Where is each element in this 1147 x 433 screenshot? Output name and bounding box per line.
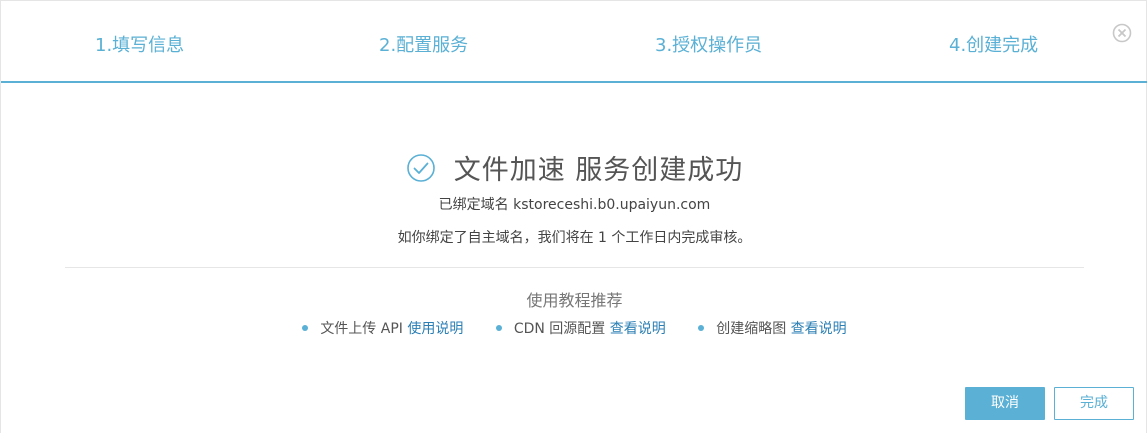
step-authorize-operator: 3.授权操作员 (655, 35, 763, 56)
success-header: 文件加速 服务创建成功 (1, 148, 1147, 186)
tutorial-item-cdn-origin: CDN 回源配置 查看说明 (495, 318, 666, 338)
step-fill-info: 1.填写信息 (95, 35, 185, 56)
tutorial-link-cdn-origin[interactable]: 查看说明 (610, 321, 666, 337)
divider (65, 267, 1084, 268)
tutorial-link-thumbnail[interactable]: 查看说明 (791, 321, 847, 337)
cancel-button[interactable]: 取消 (965, 387, 1045, 420)
tutorial-item-label: 文件上传 API (320, 321, 403, 337)
tutorial-item-upload-api: 文件上传 API 使用说明 (302, 318, 463, 338)
tutorial-item-thumbnail: 创建缩略图 查看说明 (698, 318, 847, 338)
success-title: 文件加速 服务创建成功 (453, 155, 744, 186)
create-service-dialog: 1.填写信息 2.配置服务 3.授权操作员 4.创建完成 文件加速 服务创建成功… (0, 0, 1147, 433)
bullet-icon (302, 325, 309, 331)
bound-domain-text: 已绑定域名 kstoreceshi.b0.upaiyun.com (438, 197, 711, 213)
close-icon[interactable] (1112, 23, 1132, 43)
tutorial-list: 文件上传 API 使用说明 CDN 回源配置 查看说明 创建缩略图 查看说明 (1, 318, 1147, 338)
tutorial-section-title: 使用教程推荐 (526, 291, 623, 310)
bullet-icon (495, 325, 502, 331)
tutorial-item-label: 创建缩略图 (716, 321, 787, 337)
step-configure-service: 2.配置服务 (379, 35, 469, 56)
step-create-complete: 4.创建完成 (949, 35, 1039, 56)
done-button[interactable]: 完成 (1054, 387, 1134, 420)
review-note-text: 如你绑定了自主域名，我们将在 1 个工作日内完成审核。 (397, 230, 752, 246)
bullet-icon (698, 325, 705, 331)
check-circle-icon (406, 153, 436, 183)
step-progress-bar: 1.填写信息 2.配置服务 3.授权操作员 4.创建完成 (1, 1, 1147, 83)
tutorial-link-upload-api[interactable]: 使用说明 (407, 321, 463, 337)
tutorial-item-label: CDN 回源配置 (513, 321, 606, 337)
